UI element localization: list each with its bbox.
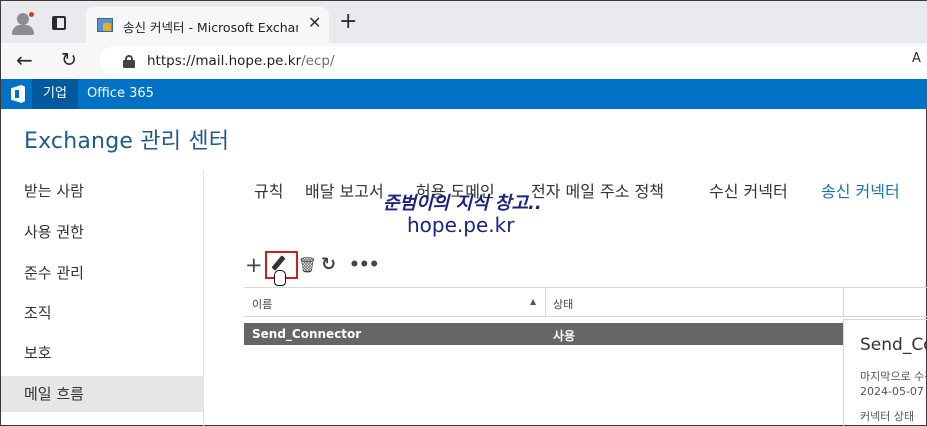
browser-tab-title: 송신 커넥터 - Microsoft Exchange (123, 20, 298, 35)
tab-actions-icon[interactable] (52, 16, 66, 30)
lock-icon[interactable] (123, 55, 135, 68)
tab-rules[interactable]: 규칙 (254, 178, 283, 202)
tab-delivery-reports[interactable]: 배달 보고서 (305, 178, 384, 202)
table-header: 이름 ▲ 상태 (244, 287, 927, 317)
reload-button[interactable]: ↻ (61, 48, 77, 72)
details-date: 2024-05-07 (860, 385, 924, 398)
cell-connector-state: 사용 (553, 329, 576, 343)
tab-close-icon[interactable]: ✕ (308, 14, 321, 32)
sidebar-item-mail-flow[interactable]: 메일 흐름 (1, 376, 203, 412)
column-header-name[interactable]: 이름 (252, 296, 272, 312)
details-status-label: 커넥터 상태 (860, 410, 915, 423)
back-button[interactable]: ← (16, 48, 33, 72)
trash-icon[interactable]: 🗑 (298, 255, 317, 275)
tab-receive-connectors[interactable]: 수신 커넥터 (709, 178, 788, 202)
sidebar-item-recipients[interactable]: 받는 사람 (1, 173, 203, 209)
hand-cursor-icon (274, 270, 286, 286)
pencil-icon (271, 255, 286, 271)
exchange-favicon-icon (97, 18, 113, 32)
browser-toolbar: ← ↻ https://mail.hope.pe.kr/ecp/ A (1, 43, 927, 79)
nav-enterprise[interactable]: 기업 (32, 79, 78, 109)
cell-connector-name: Send_Connector (252, 327, 362, 341)
url-path: /ecp/ (301, 53, 335, 69)
refresh-icon[interactable]: ↻ (321, 255, 336, 275)
page-title: Exchange 관리 센터 (24, 129, 230, 154)
sidebar-item-compliance[interactable]: 준수 관리 (1, 255, 203, 291)
address-bar[interactable]: https://mail.hope.pe.kr/ecp/ A (100, 46, 927, 76)
watermark-line2: hope.pe.kr (407, 213, 515, 237)
details-pane: Send_Connector 마지막으로 수정한 날짜: 2024-05-07 … (843, 319, 927, 426)
browser-tab-strip: 송신 커넥터 - Microsoft Exchange ✕ + (1, 1, 927, 43)
sidebar-item-protection[interactable]: 보호 (1, 335, 203, 371)
sort-ascending-icon[interactable]: ▲ (530, 297, 536, 306)
browser-tab[interactable]: 송신 커넥터 - Microsoft Exchange ✕ (86, 7, 329, 43)
details-title: Send_Connector (860, 335, 927, 355)
office-logo-icon[interactable] (11, 85, 25, 103)
tab-email-address-policies[interactable]: 전자 메일 주소 정책 (531, 178, 664, 202)
details-last-modified-label: 마지막으로 수정한 날짜: (860, 370, 927, 383)
sidebar-item-permissions[interactable]: 사용 권한 (1, 214, 203, 250)
new-tab-button[interactable]: + (339, 10, 357, 34)
more-icon[interactable]: ••• (349, 255, 380, 275)
column-header-state[interactable]: 상태 (553, 296, 573, 312)
column-divider[interactable] (843, 288, 844, 317)
app-header: 기업 Office 365 (1, 79, 927, 109)
tab-send-connectors[interactable]: 송신 커넥터 (821, 178, 900, 202)
table-row[interactable]: Send_Connector 사용 (244, 323, 843, 345)
read-aloud-icon[interactable]: A (912, 51, 921, 66)
add-icon[interactable]: + (245, 255, 263, 276)
url-host: https://mail.hope.pe.kr (147, 53, 302, 69)
url-text[interactable]: https://mail.hope.pe.kr/ecp/ (147, 53, 335, 69)
column-divider[interactable] (545, 288, 546, 317)
watermark-line1: 준범이의 지식 창고.. (383, 193, 542, 214)
profile-avatar-icon[interactable] (11, 11, 35, 35)
sidebar-item-organization[interactable]: 조직 (1, 295, 203, 331)
nav-office365[interactable]: Office 365 (87, 79, 154, 109)
sidebar: 받는 사람 사용 권한 준수 관리 조직 보호 메일 흐름 (1, 170, 204, 426)
